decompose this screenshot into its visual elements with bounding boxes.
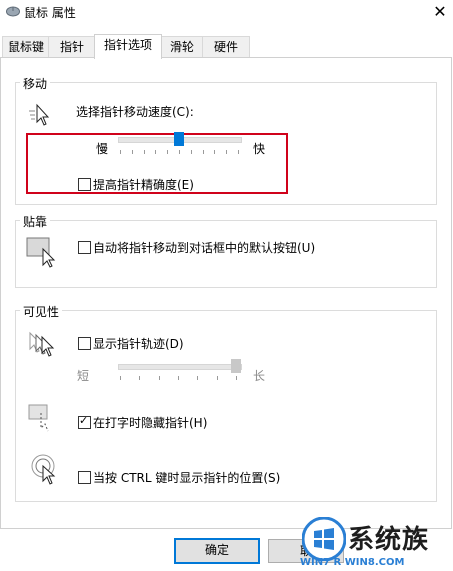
trail-slider-thumb (231, 359, 241, 373)
hide-pointer-icon (28, 404, 49, 432)
mouse-icon (6, 6, 20, 17)
tab-buttons[interactable]: 鼠标键 (2, 36, 50, 58)
close-button[interactable]: ✕ (427, 0, 453, 26)
slider-tick (236, 376, 237, 380)
short-label: 短 (77, 369, 90, 383)
watermark-url: WIN7 R WIN8.COM (300, 557, 405, 568)
long-label: 长 (253, 369, 266, 383)
show-location-label[interactable]: 当按 CTRL 键时显示指针的位置(S) (93, 469, 280, 486)
title-bar: 鼠标 属性 ✕ (0, 0, 453, 28)
fast-label: 快 (253, 142, 266, 156)
enhance-precision-checkbox[interactable] (78, 178, 91, 191)
slider-tick (238, 150, 239, 154)
snap-to-icon (26, 237, 56, 268)
windows-logo-icon (302, 517, 346, 561)
pointer-speed-icon (29, 103, 50, 126)
tab-wheel[interactable]: 滑轮 (160, 36, 204, 58)
show-location-icon (31, 454, 56, 485)
tab-pointers[interactable]: 指针 (48, 36, 96, 58)
snap-to-checkbox[interactable] (78, 241, 91, 254)
slider-tick (197, 376, 198, 380)
tab-hardware[interactable]: 硬件 (202, 36, 250, 58)
tab-strip: 鼠标键 指针 指针选项 滑轮 硬件 (0, 34, 453, 59)
speed-slider-thumb[interactable] (174, 132, 184, 146)
slider-tick (178, 376, 179, 380)
snap-group-title: 贴靠 (20, 213, 51, 230)
ok-button[interactable]: 确定 (174, 538, 260, 564)
watermark-brand: 系统族 (348, 525, 430, 555)
slider-tick (167, 150, 168, 154)
trail-slider-track (118, 364, 242, 370)
slider-tick (120, 150, 121, 154)
slider-tick (139, 376, 140, 380)
slider-tick (191, 150, 192, 154)
slider-tick (144, 150, 145, 154)
speed-label: 选择指针移动速度(C): (76, 105, 194, 119)
slider-tick (226, 150, 227, 154)
slider-tick (132, 150, 133, 154)
slider-tick (214, 150, 215, 154)
hide-while-typing-checkbox[interactable] (78, 414, 91, 429)
pointer-trails-label[interactable]: 显示指针轨迹(D) (93, 335, 184, 352)
tab-pointer-options[interactable]: 指针选项 (94, 34, 162, 59)
slider-tick (155, 150, 156, 154)
enhance-precision-label[interactable]: 提高指针精确度(E) (93, 176, 194, 193)
slow-label: 慢 (96, 142, 109, 156)
slider-tick (179, 150, 180, 154)
slider-tick (159, 376, 160, 380)
slider-tick (203, 150, 204, 154)
snap-to-label[interactable]: 自动将指针移动到对话框中的默认按钮(U) (93, 239, 315, 256)
motion-group-title: 移动 (20, 75, 51, 92)
slider-tick (217, 376, 218, 380)
pointer-trails-icon (29, 331, 55, 357)
slider-tick (120, 376, 121, 380)
pointer-trails-checkbox[interactable] (78, 337, 91, 350)
window-title: 鼠标 属性 (24, 6, 76, 20)
show-location-checkbox[interactable] (78, 471, 91, 484)
watermark: 系统族 WIN7 R WIN8.COM (300, 515, 453, 571)
hide-while-typing-label[interactable]: 在打字时隐藏指针(H) (93, 414, 207, 431)
visibility-group-title: 可见性 (20, 303, 63, 320)
